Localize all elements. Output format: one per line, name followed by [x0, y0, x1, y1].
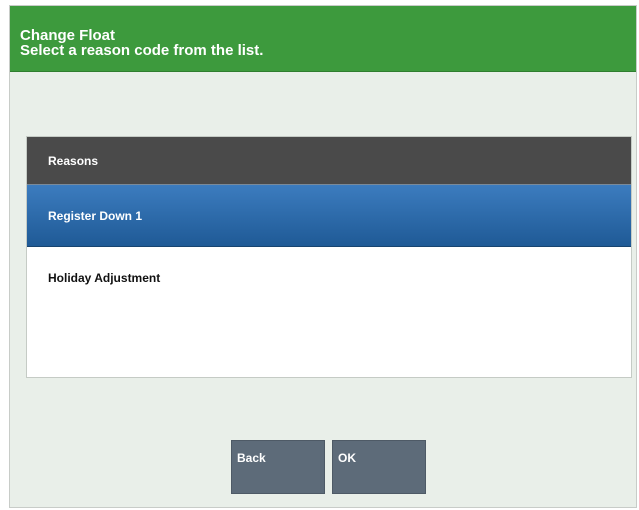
change-float-screen: Change Float Select a reason code from t… [9, 5, 637, 508]
reason-item-register-down-1[interactable]: Register Down 1 [27, 185, 631, 247]
back-button[interactable]: Back [231, 440, 325, 494]
ok-button[interactable]: OK [332, 440, 426, 494]
screen-title: Change Float [20, 27, 116, 44]
reason-list: Reasons Register Down 1 Holiday Adjustme… [26, 136, 632, 378]
reason-list-header: Reasons [27, 137, 631, 185]
screen-header: Change Float Select a reason code from t… [10, 6, 636, 72]
reason-item-holiday-adjustment[interactable]: Holiday Adjustment [27, 247, 631, 309]
screen-instruction: Select a reason code from the list. [20, 42, 264, 59]
